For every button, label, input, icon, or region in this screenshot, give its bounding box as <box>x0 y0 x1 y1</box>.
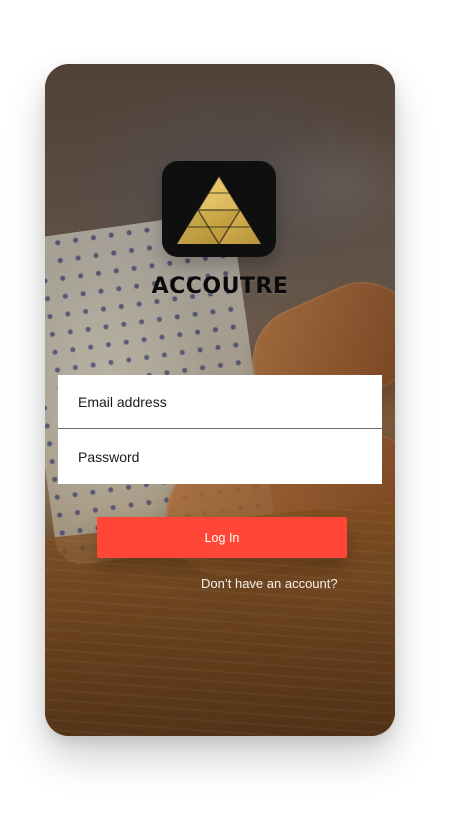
triangle-logo-icon <box>177 175 261 245</box>
password-input[interactable] <box>78 448 382 465</box>
signup-link[interactable]: Don’t have an account? <box>201 576 338 591</box>
email-field[interactable] <box>58 375 382 429</box>
brand-title: ACCOUTRE <box>151 274 289 299</box>
app-logo <box>162 161 276 257</box>
email-input[interactable] <box>78 393 382 410</box>
login-button[interactable]: Log In <box>97 517 347 558</box>
phone-frame: ACCOUTRE Log In Don’t have an account? <box>45 64 395 736</box>
password-field[interactable] <box>58 429 382 484</box>
